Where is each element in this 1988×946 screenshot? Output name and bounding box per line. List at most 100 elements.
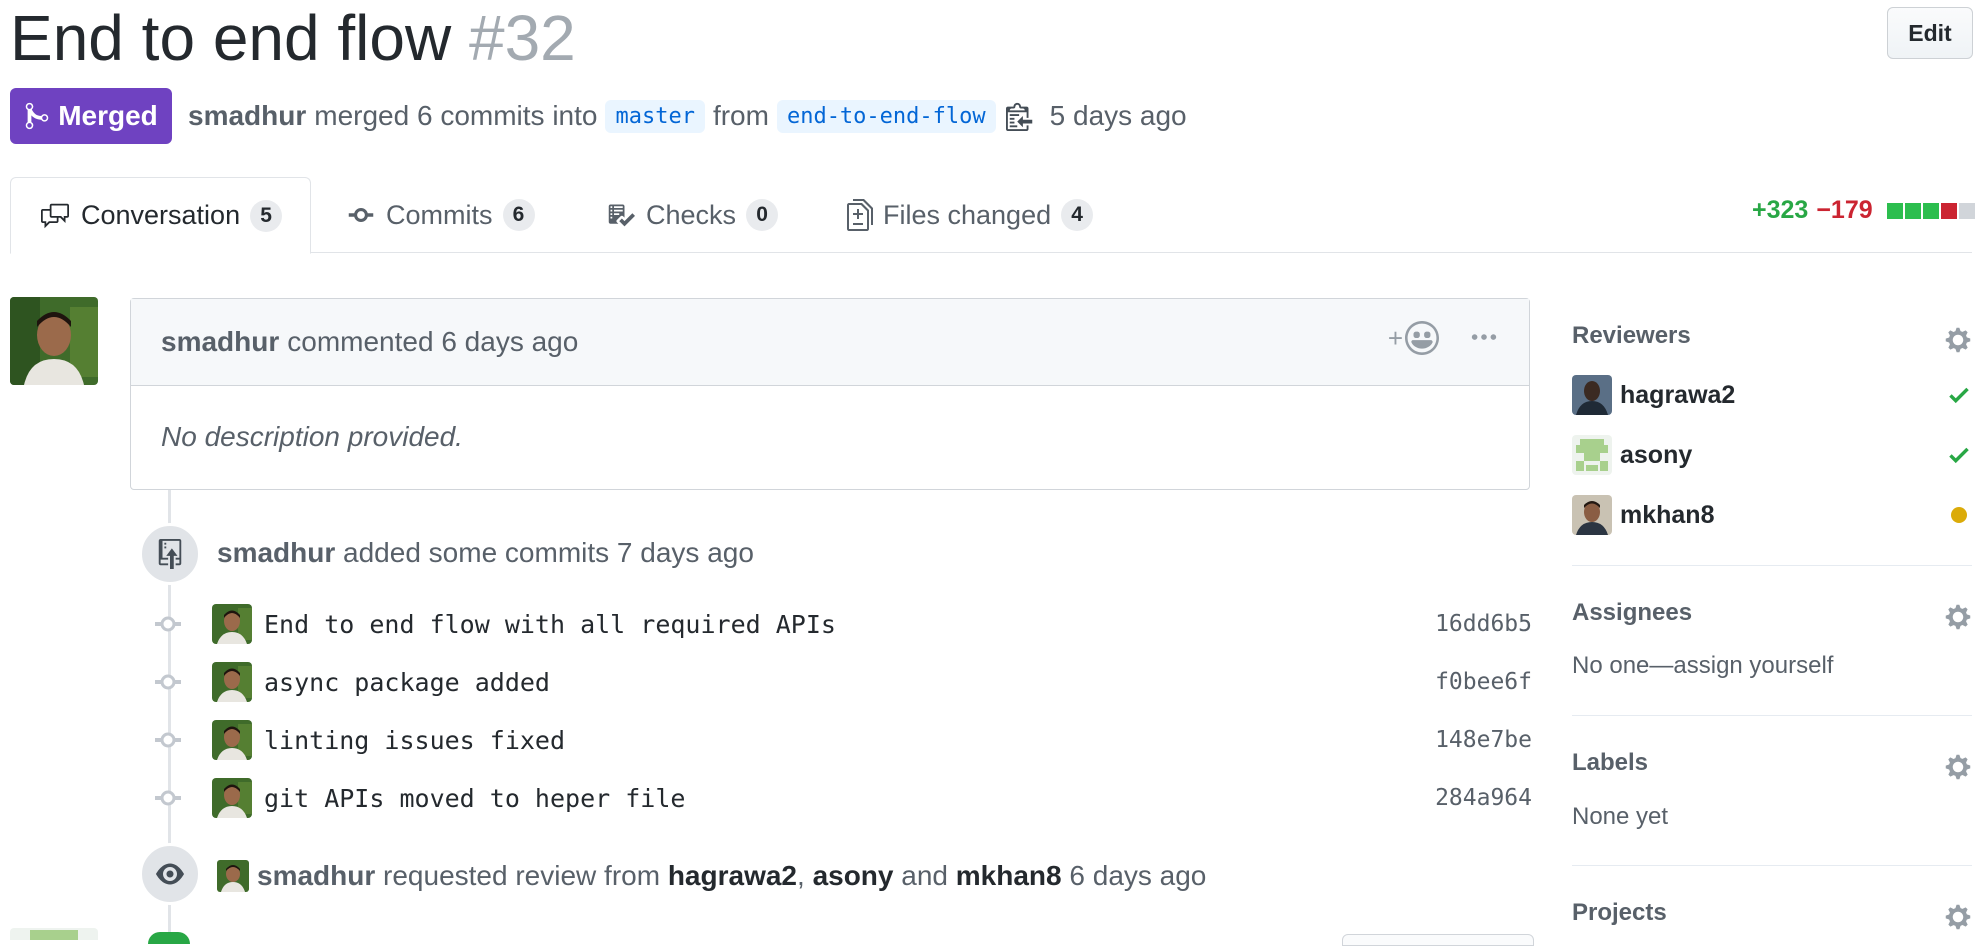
avatar <box>1572 435 1612 475</box>
head-branch[interactable]: end-to-end-flow <box>776 99 996 133</box>
tab-commits[interactable]: Commits 6 <box>346 177 535 253</box>
add-reaction-button[interactable]: + <box>1388 321 1439 355</box>
reviewers-section: Reviewers <box>1572 322 1972 356</box>
avatar[interactable] <box>212 720 252 760</box>
commit-message[interactable]: async package added <box>264 668 1435 697</box>
event-time: 6 days ago <box>1069 860 1207 891</box>
commit-message[interactable]: End to end flow with all required APIs <box>264 610 1435 639</box>
event-author[interactable]: smadhur <box>257 860 375 891</box>
diffstat-block <box>1922 202 1939 219</box>
commit-dot-icon <box>155 669 181 695</box>
reviewer-item[interactable]: hagrawa2 <box>1572 374 1972 416</box>
diffstat-block <box>1940 202 1957 219</box>
base-branch[interactable]: master <box>605 99 705 133</box>
comment-author[interactable]: smadhur <box>161 326 279 358</box>
gear-icon[interactable] <box>1944 326 1972 354</box>
edit-button[interactable]: Edit <box>1887 7 1973 59</box>
git-merge-icon <box>25 102 49 130</box>
reviewer-link-hagrawa2[interactable]: hagrawa2 <box>668 860 797 891</box>
tab-label: Commits <box>386 199 493 230</box>
pr-number: #32 <box>468 2 576 74</box>
commit-sha[interactable]: 16dd6b5 <box>1435 611 1532 637</box>
assignees-section: Assignees <box>1572 599 1972 633</box>
event-text: requested review from <box>383 860 661 891</box>
diffstat[interactable]: +323 −179 <box>1752 196 1975 225</box>
tab-label: Conversation <box>81 200 241 230</box>
smiley-icon <box>1405 321 1439 355</box>
reviewer-name: mkhan8 <box>1620 500 1715 529</box>
from-text: from <box>712 100 769 131</box>
tab-label: Checks <box>646 199 737 230</box>
divider <box>1572 565 1972 566</box>
comment-box: smadhur commented 6 days ago + No descri… <box>130 298 1530 490</box>
gear-icon[interactable] <box>1944 603 1972 631</box>
reviewer-link-mkhan8[interactable]: mkhan8 <box>956 860 1062 891</box>
commit-message[interactable]: linting issues fixed <box>264 726 1435 755</box>
avatar[interactable] <box>212 778 252 818</box>
avatar[interactable] <box>212 662 252 702</box>
tab-conversation[interactable]: Conversation 5 <box>10 177 312 254</box>
labels-value: None yet <box>1572 803 1669 830</box>
gear-icon[interactable] <box>1944 753 1972 781</box>
avatar[interactable] <box>217 860 249 892</box>
diffstat-block <box>1886 202 1903 219</box>
pending-dot-icon <box>1951 507 1967 523</box>
reviewers-title: Reviewers <box>1572 322 1691 349</box>
reviewer-name: hagrawa2 <box>1620 380 1736 409</box>
reviewer-link-asony[interactable]: asony <box>813 860 894 891</box>
diffstat-block <box>1958 202 1975 219</box>
avatar[interactable] <box>212 604 252 644</box>
comment-discussion-icon <box>41 203 69 228</box>
clippy-icon[interactable] <box>1005 101 1036 131</box>
avatar[interactable] <box>10 928 98 940</box>
separator: , <box>797 860 805 891</box>
merged-state-badge: Merged <box>10 88 172 144</box>
commit-dot-icon <box>155 611 181 637</box>
timeline-badge <box>148 932 190 944</box>
avatar <box>1572 375 1612 415</box>
merge-time: 5 days ago <box>1049 100 1187 131</box>
event-text: added some commits 7 days ago <box>343 537 754 568</box>
labels-section: Labels <box>1572 749 1972 783</box>
commits-event: smadhur added some commits 7 days ago <box>217 537 754 569</box>
commit-dot-icon <box>155 785 181 811</box>
commit-dot-icon <box>155 727 181 753</box>
button[interactable] <box>1342 934 1534 946</box>
checklist-icon <box>608 204 635 227</box>
check-icon <box>1949 387 1969 404</box>
reviewer-name: asony <box>1620 440 1693 469</box>
tab-counter: 4 <box>1061 199 1094 231</box>
commit-sha[interactable]: 284a964 <box>1435 785 1532 811</box>
commit-row: End to end flow with all required APIs 16… <box>150 596 1532 652</box>
avatar <box>1572 495 1612 535</box>
projects-title: Projects <box>1572 899 1667 926</box>
diffstat-block <box>1904 202 1921 219</box>
reviewer-item[interactable]: asony <box>1572 434 1972 476</box>
tab-checks[interactable]: Checks 0 <box>606 177 779 253</box>
gear-icon[interactable] <box>1944 903 1972 931</box>
tab-counter: 5 <box>250 199 283 232</box>
commit-sha[interactable]: 148e7be <box>1435 727 1532 753</box>
tab-counter: 0 <box>746 199 779 231</box>
event-author[interactable]: smadhur <box>217 537 335 568</box>
pr-title-text: End to end flow <box>10 2 452 74</box>
commit-message[interactable]: git APIs moved to heper file <box>264 784 1435 813</box>
review-request-event: smadhur requested review from hagrawa2, … <box>257 860 1206 892</box>
author-link[interactable]: smadhur <box>188 100 306 132</box>
deletions-count: −179 <box>1816 196 1873 224</box>
pr-meta: smadhur merged 6 commits into master fro… <box>188 92 1187 140</box>
commit-sha[interactable]: f0bee6f <box>1435 669 1532 695</box>
timeline-badge <box>139 523 201 585</box>
reviewer-item[interactable]: mkhan8 <box>1572 494 1972 536</box>
assign-yourself-link[interactable]: No one—assign yourself <box>1572 652 1833 680</box>
comment-header: smadhur commented 6 days ago + <box>131 299 1529 386</box>
divider <box>1572 715 1972 716</box>
reaction-plus: + <box>1387 322 1403 353</box>
tab-files-changed[interactable]: Files changed 4 <box>847 177 1094 253</box>
commit-row: git APIs moved to heper file 284a964 <box>150 770 1532 826</box>
comment-body: No description provided. <box>161 421 463 452</box>
avatar[interactable] <box>10 297 98 385</box>
eye-icon <box>156 863 184 885</box>
repo-push-icon <box>158 539 182 569</box>
kebab-horizontal-icon[interactable] <box>1469 323 1499 353</box>
